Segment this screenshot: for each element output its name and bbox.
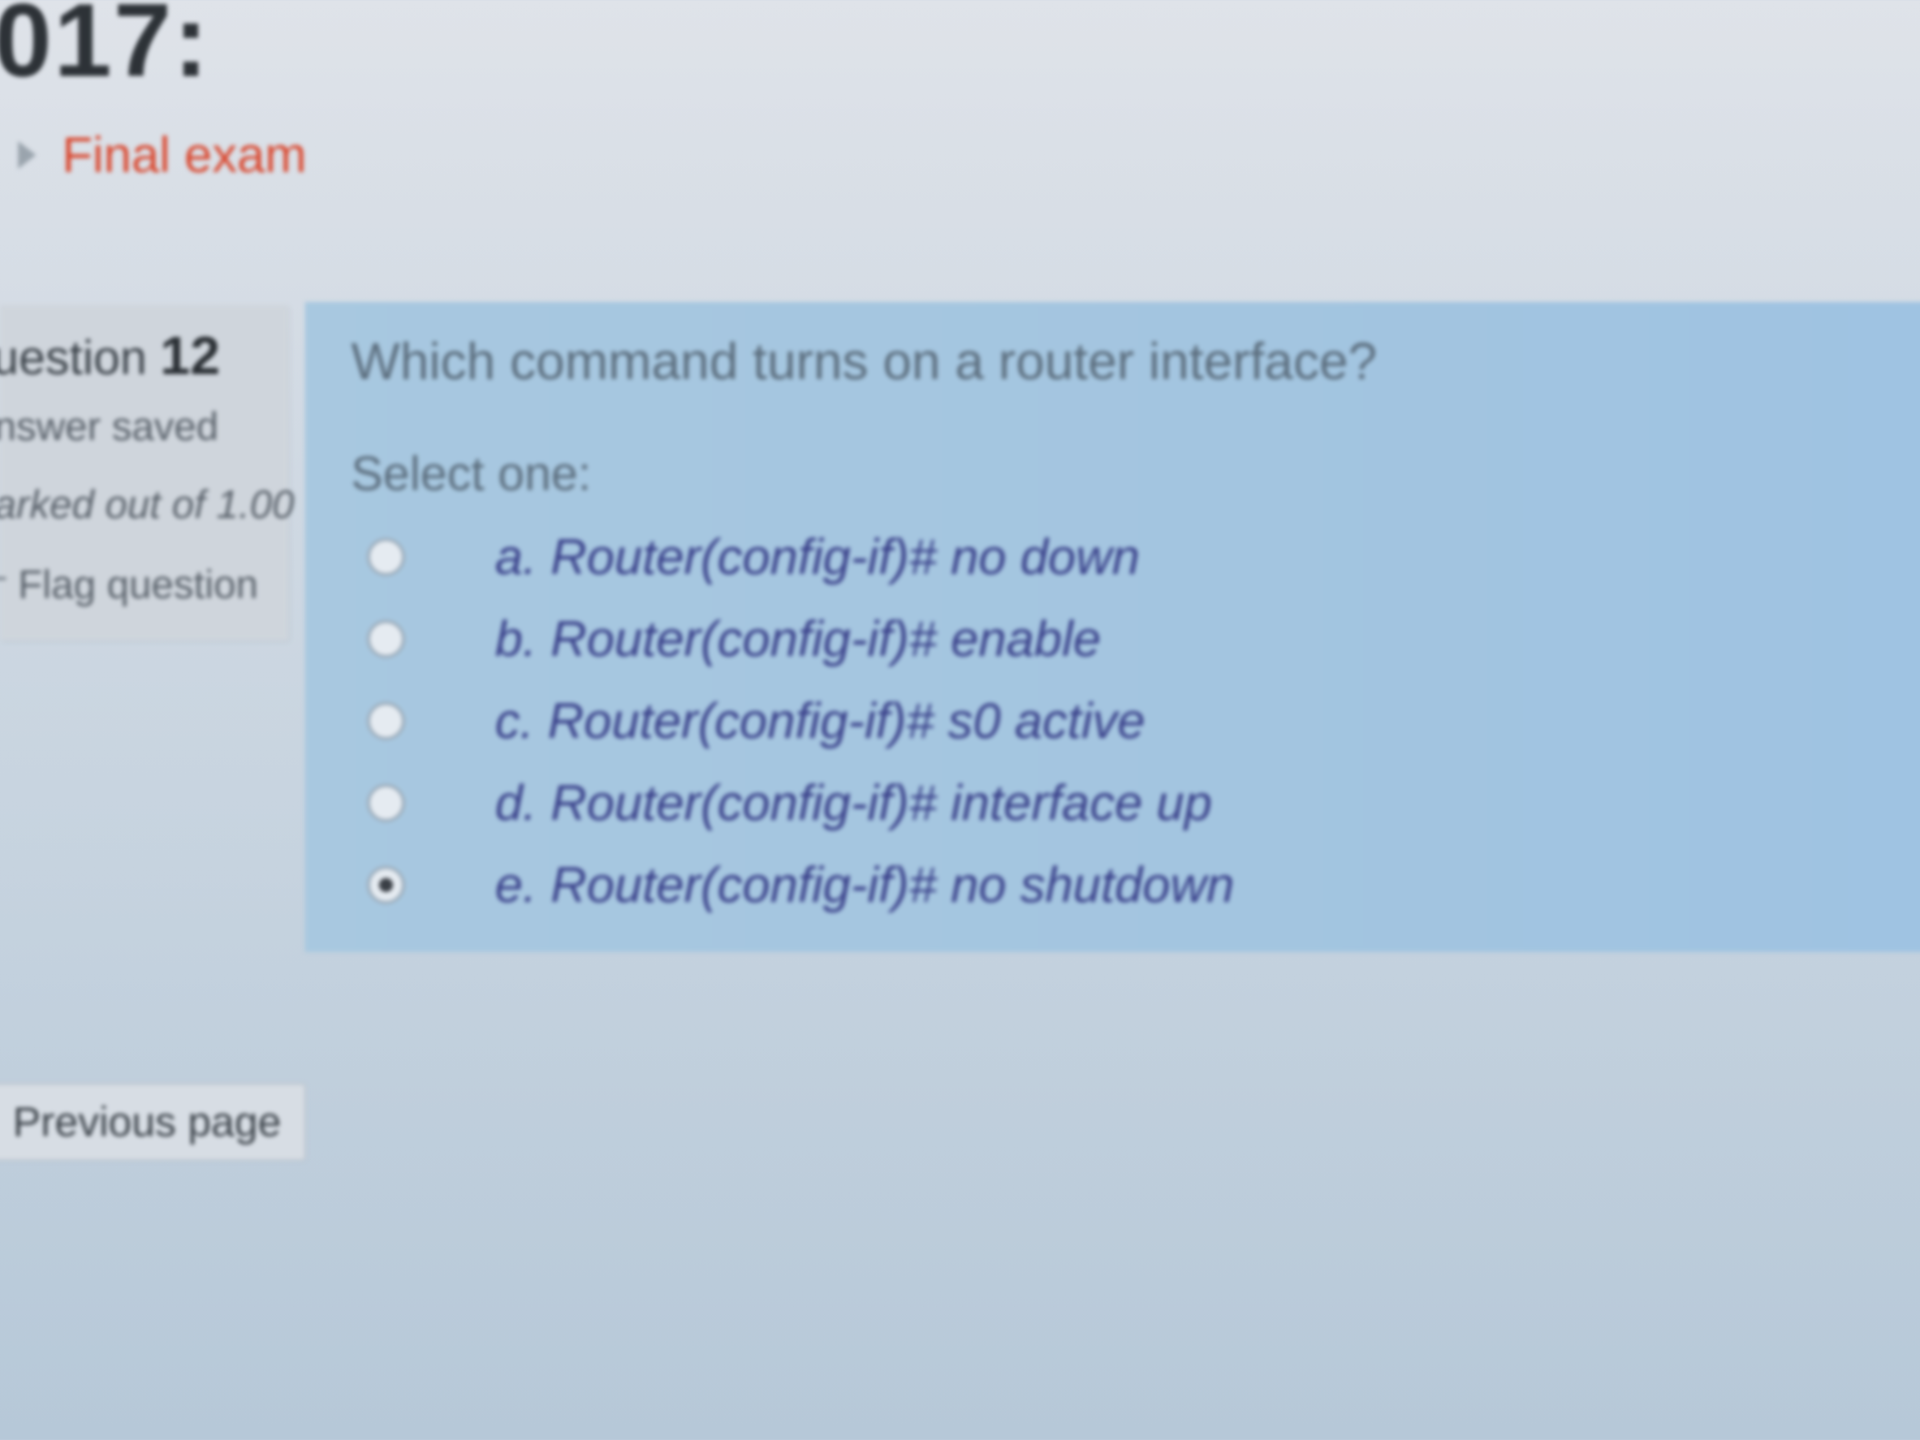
answer-option-a[interactable]: a. Router(config-if)# no down — [367, 527, 1140, 587]
answer-option-d[interactable]: d. Router(config-if)# interface up — [367, 773, 1212, 833]
radio-button-c[interactable] — [367, 702, 405, 740]
question-marks: arked out of 1.00 — [0, 483, 295, 527]
answer-option-c-label: c. Router(config-if)# s0 active — [495, 693, 1146, 749]
answer-option-e[interactable]: e. Router(config-if)# no shutdown — [367, 855, 1234, 915]
flag-icon — [0, 577, 6, 594]
answer-option-e-label: e. Router(config-if)# no shutdown — [495, 857, 1235, 913]
flag-question-link[interactable]: Flag question — [0, 563, 258, 608]
answer-status: nswer saved — [0, 405, 219, 449]
question-number-label: uestion — [0, 332, 147, 385]
radio-button-d[interactable] — [367, 784, 405, 822]
flag-question-label: Flag question — [18, 563, 259, 607]
question-info-panel: uestion 12 nswer saved arked out of 1.00… — [0, 305, 294, 640]
answer-option-b-label: b. Router(config-if)# enable — [495, 611, 1101, 667]
breadcrumb: Final exam — [18, 125, 307, 185]
select-one-prompt: Select one: — [351, 448, 592, 501]
question-number-value: 12 — [160, 326, 221, 386]
radio-button-b[interactable] — [367, 620, 405, 658]
answer-option-d-label: d. Router(config-if)# interface up — [495, 775, 1213, 831]
radio-button-a[interactable] — [367, 538, 405, 576]
answer-option-c[interactable]: c. Router(config-if)# s0 active — [367, 691, 1145, 751]
question-content-panel: Which command turns on a router interfac… — [305, 302, 1920, 952]
answer-option-a-label: a. Router(config-if)# no down — [495, 529, 1140, 585]
page-heading: 017: — [0, 0, 211, 99]
previous-page-button[interactable]: Previous page — [0, 1083, 306, 1161]
question-text: Which command turns on a router interfac… — [351, 333, 1378, 391]
answer-option-b[interactable]: b. Router(config-if)# enable — [367, 609, 1101, 669]
question-number: uestion 12 — [0, 325, 220, 387]
radio-button-e[interactable] — [367, 866, 405, 904]
breadcrumb-separator-icon — [18, 141, 36, 169]
quiz-page: 017: Final exam uestion 12 nswer saved a… — [0, 0, 1920, 1440]
breadcrumb-link-final-exam[interactable]: Final exam — [62, 126, 307, 184]
